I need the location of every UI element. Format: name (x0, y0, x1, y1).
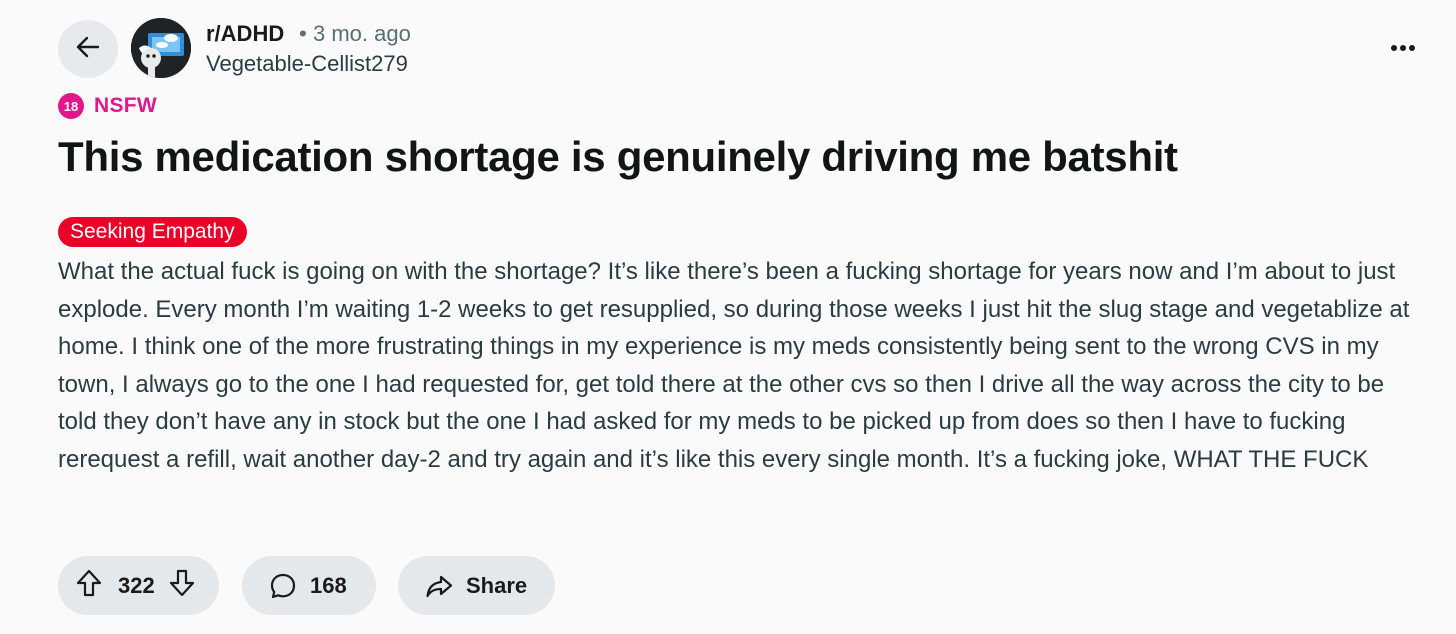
post-body: What the actual fuck is going on with th… (58, 258, 1410, 473)
more-options-button[interactable] (1382, 36, 1424, 60)
subreddit-avatar[interactable] (131, 18, 191, 78)
comment-count: 168 (310, 572, 347, 598)
post-timestamp: 3 mo. ago (313, 21, 411, 46)
arrow-left-icon (74, 33, 102, 66)
upvote-arrow-icon (74, 568, 104, 604)
post-title: This medication shortage is genuinely dr… (58, 133, 1178, 180)
post-flair[interactable]: Seeking Empathy (58, 217, 247, 247)
share-button[interactable]: Share (398, 556, 555, 615)
vote-score: 322 (118, 572, 155, 598)
share-arrow-icon (424, 571, 454, 601)
nsfw-tag: 18 NSFW (58, 93, 157, 119)
back-button[interactable] (58, 20, 118, 78)
nsfw-18-badge: 18 (58, 93, 84, 119)
meta-separator: • (299, 21, 307, 46)
downvote-arrow-icon (167, 568, 197, 604)
speech-bubble-icon (268, 571, 298, 601)
share-label: Share (466, 572, 528, 598)
author-username-link[interactable]: Vegetable-Cellist279 (206, 51, 408, 77)
more-horizontal-icon (1390, 39, 1416, 57)
downvote-button[interactable] (167, 568, 197, 604)
comments-button[interactable]: 168 (242, 556, 376, 615)
vote-bar: 322 (58, 556, 219, 615)
nsfw-label: NSFW (94, 94, 158, 117)
upvote-button[interactable] (74, 568, 104, 604)
reddit-post-page: r/ADHD • 3 mo. ago Vegetable-Cellist279 … (0, 0, 1456, 634)
subreddit-name-link[interactable]: r/ADHD (206, 21, 284, 47)
